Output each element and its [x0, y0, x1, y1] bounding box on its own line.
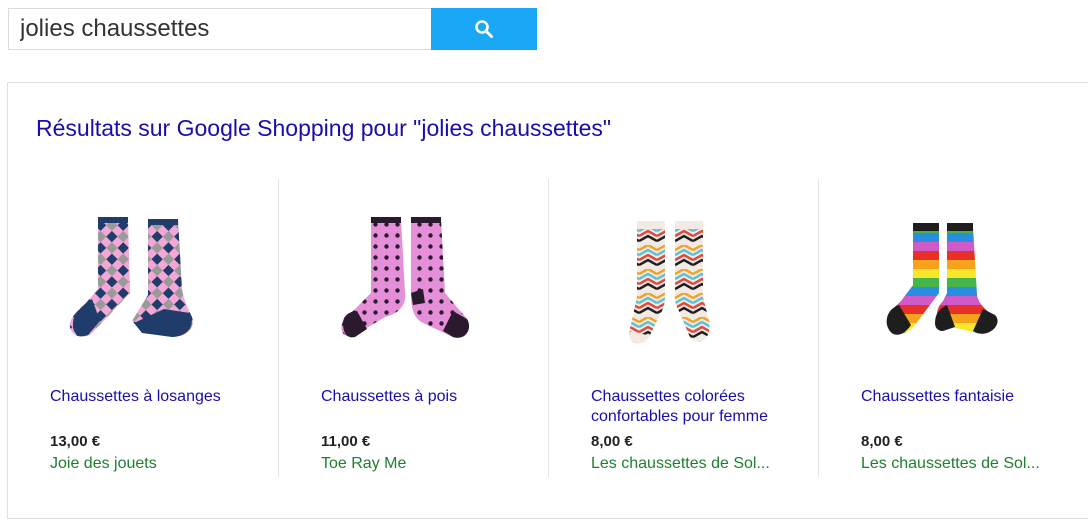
- search-input[interactable]: [8, 8, 432, 50]
- search-bar: [8, 8, 537, 50]
- argyle-socks-image[interactable]: [44, 197, 204, 357]
- product-price: 8,00 €: [591, 433, 633, 450]
- product-title[interactable]: Chaussettes colorées confortables pour f…: [591, 387, 811, 427]
- product-card[interactable]: Chaussettes à losanges 13,00 € Joie des …: [8, 179, 278, 477]
- product-card[interactable]: Chaussettes fantaisie 8,00 € Les chausse…: [818, 179, 1088, 477]
- rainbow-striped-socks-image[interactable]: [855, 197, 1015, 357]
- product-title[interactable]: Chaussettes à pois: [321, 387, 541, 407]
- product-store[interactable]: Joie des jouets: [50, 455, 157, 473]
- product-list: Chaussettes à losanges 13,00 € Joie des …: [8, 179, 1088, 477]
- product-title[interactable]: Chaussettes à losanges: [50, 387, 270, 407]
- product-store[interactable]: Les chaussettes de Sol...: [591, 455, 770, 473]
- product-price: 13,00 €: [50, 433, 101, 450]
- product-card[interactable]: Chaussettes à pois 11,00 € Toe Ray Me: [278, 179, 548, 477]
- search-icon: [475, 20, 494, 38]
- product-card[interactable]: Chaussettes colorées confortables pour f…: [548, 179, 818, 477]
- product-price: 11,00 €: [321, 433, 371, 450]
- shopping-results-title: Résultats sur Google Shopping pour "joli…: [36, 115, 612, 141]
- search-button[interactable]: [431, 8, 537, 50]
- product-store[interactable]: Toe Ray Me: [321, 455, 406, 473]
- chevron-socks-image[interactable]: [585, 197, 745, 357]
- polka-dot-socks-image[interactable]: [315, 197, 475, 357]
- product-price: 8,00 €: [861, 433, 903, 450]
- product-title[interactable]: Chaussettes fantaisie: [861, 387, 1081, 407]
- shopping-results-panel: Résultats sur Google Shopping pour "joli…: [7, 82, 1088, 519]
- product-store[interactable]: Les chaussettes de Sol...: [861, 455, 1040, 473]
